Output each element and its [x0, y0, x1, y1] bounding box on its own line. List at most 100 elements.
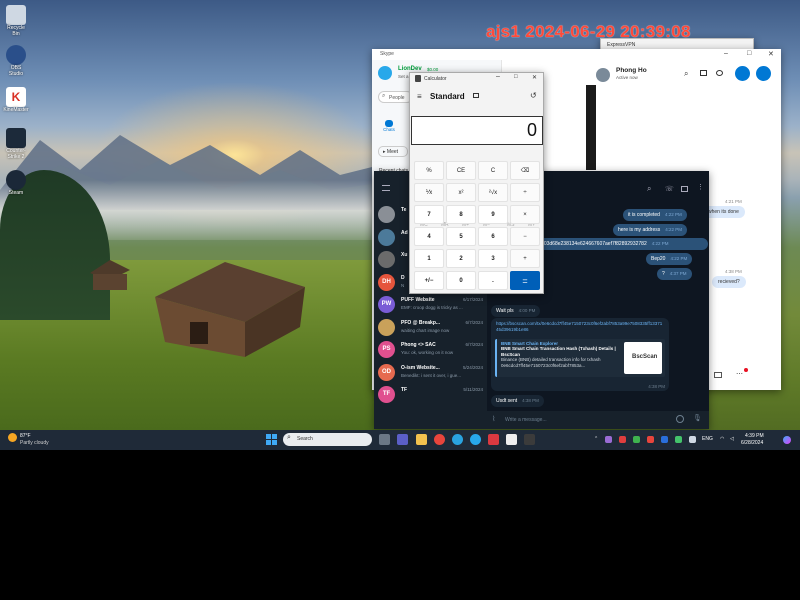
keep-on-top-icon[interactable] — [473, 93, 479, 98]
maximize-button[interactable]: □ — [747, 50, 751, 57]
tray-app-icon[interactable] — [675, 436, 682, 443]
maximize-button[interactable]: □ — [514, 74, 518, 80]
tray-app-icon[interactable] — [647, 436, 654, 443]
video-call-button[interactable] — [735, 66, 750, 81]
calculator-key[interactable]: C — [478, 161, 508, 180]
calculator-key[interactable]: +/− — [414, 271, 444, 290]
telegram-taskbar-icon[interactable] — [452, 434, 463, 445]
chat-list-item[interactable]: PS Phong <> SAC 6/7/2024 You: ok, working o… — [374, 338, 487, 360]
audio-call-button[interactable] — [756, 66, 771, 81]
contact-name[interactable]: Phong Ho — [616, 67, 647, 74]
cs2-shortcut[interactable]: Counter-Strike 2 — [3, 128, 29, 160]
calculator-key[interactable]: x² — [446, 183, 476, 202]
expressvpn-taskbar-icon[interactable] — [488, 434, 499, 445]
calculator-key[interactable]: 3 — [478, 249, 508, 268]
tray-app-icon[interactable] — [633, 436, 640, 443]
search-icon[interactable]: ⌕ — [684, 69, 688, 79]
copilot-icon[interactable] — [783, 436, 791, 444]
calculator-key[interactable]: ⅟x — [414, 183, 444, 202]
sidebar-toggle-icon[interactable] — [681, 186, 688, 192]
skype-search-input[interactable]: ⌕ People — [378, 91, 413, 103]
chat-name: PUFF Website — [401, 297, 435, 303]
chat-list-item[interactable]: PW PUFF Website 6/17/2024 EMF: croop dogg i… — [374, 293, 487, 315]
calculator-window[interactable]: Calculator – □ ✕ ≡ Standard ↺ 0 MC MR M+ M−… — [409, 72, 544, 294]
tray-chevron-icon[interactable]: ⌃ — [594, 436, 598, 442]
steam-shortcut[interactable]: Steam — [3, 170, 29, 196]
start-button[interactable] — [266, 434, 277, 445]
minimize-button[interactable]: – — [724, 50, 728, 57]
calculator-key[interactable]: ÷ — [510, 183, 540, 202]
calculator-key[interactable]: 9 — [478, 205, 508, 224]
obs-shortcut[interactable]: OBS Studio — [3, 45, 29, 77]
more-icon[interactable]: ⋯ — [736, 370, 743, 378]
calculator-key[interactable]: ⌫ — [510, 161, 540, 180]
taskbar-search[interactable]: ⌕ Search — [283, 433, 372, 446]
calculator-key[interactable]: 5 — [446, 227, 476, 246]
close-button[interactable]: ✕ — [532, 74, 537, 81]
clock-time[interactable]: 4:39 PM — [745, 433, 764, 439]
incoming-message: Usdt sent 4:38 PM — [491, 395, 544, 407]
clock-date[interactable]: 6/28/2024 — [741, 440, 763, 446]
cs2-label: Counter-Strike 2 — [6, 148, 26, 160]
more-vertical-icon[interactable]: ⋮ — [697, 183, 704, 191]
menu-icon[interactable] — [382, 185, 390, 191]
link-preview[interactable]: BNB Smart Chain Explorer BNB Smart Chain… — [495, 339, 665, 377]
calculator-key[interactable]: 6 — [478, 227, 508, 246]
chat-list-item[interactable]: TF TF 5/11/2024 — [374, 383, 487, 405]
microphone-icon[interactable]: 🎙 — [693, 414, 702, 422]
calculator-key[interactable]: − — [510, 227, 540, 246]
calculator-key[interactable]: % — [414, 161, 444, 180]
calculator-key[interactable]: × — [510, 205, 540, 224]
terminal-taskbar-icon[interactable] — [524, 434, 535, 445]
calculator-key[interactable]: 8 — [446, 205, 476, 224]
history-icon[interactable]: ↺ — [530, 91, 537, 100]
kinemaster-shortcut[interactable]: K KineMaster — [3, 87, 29, 113]
chat-app-icon[interactable] — [397, 434, 408, 445]
tray-app-icon[interactable] — [619, 436, 626, 443]
recycle-bin-shortcut[interactable]: Recycle Bin — [3, 5, 29, 37]
chrome-icon[interactable] — [434, 434, 445, 445]
tx-link[interactable]: https://bscscan.com/tx/0e6cdcd7ff45e7150… — [496, 321, 664, 333]
phone-icon[interactable]: ☏ — [665, 185, 674, 193]
calculator-taskbar-icon[interactable] — [506, 434, 517, 445]
file-explorer-icon[interactable] — [416, 434, 427, 445]
calculator-key[interactable]: . — [478, 271, 508, 290]
emoji-icon[interactable] — [676, 415, 684, 423]
minimize-button[interactable]: – — [496, 73, 500, 80]
camera-icon[interactable] — [714, 372, 722, 378]
tray-app-icon[interactable] — [605, 436, 612, 443]
calculator-key[interactable]: 2 — [446, 249, 476, 268]
add-people-icon[interactable] — [716, 70, 723, 76]
search-icon[interactable]: ⌕ — [647, 184, 651, 194]
calculator-key[interactable]: CE — [446, 161, 476, 180]
attach-icon[interactable]: ⌇ — [492, 415, 495, 423]
wifi-icon[interactable]: ◠ — [720, 436, 724, 442]
outgoing-message: ? 4:37 PM — [657, 268, 692, 280]
chat-date: 6/7/2024 — [465, 342, 483, 347]
calculator-key[interactable]: 7 — [414, 205, 444, 224]
tray-app-icon[interactable] — [661, 436, 668, 443]
calculator-key[interactable]: 0 — [446, 271, 476, 290]
task-view-icon[interactable] — [379, 434, 390, 445]
message-input[interactable]: Write a message... — [505, 417, 547, 423]
calculator-key[interactable]: 4 — [414, 227, 444, 246]
skype-chats-tab[interactable]: Chats — [380, 120, 398, 132]
skype-avatar[interactable] — [378, 66, 392, 80]
hamburger-menu-icon[interactable]: ≡ — [417, 92, 422, 101]
calculator-key[interactable]: ²√x — [478, 183, 508, 202]
calculator-key[interactable]: = — [510, 271, 540, 290]
chat-list-item[interactable]: OD O-ism Website... 5/24/2024 Benedikt: i s… — [374, 361, 487, 383]
skype-taskbar-icon[interactable] — [470, 434, 481, 445]
language-indicator[interactable]: ENG — [702, 436, 713, 442]
volume-icon[interactable]: ◁ — [730, 436, 734, 442]
tray-app-icon[interactable] — [689, 436, 696, 443]
close-button[interactable]: ✕ — [768, 50, 774, 58]
calculator-key[interactable]: 1 — [414, 249, 444, 268]
chat-list-item[interactable]: PFO @ Breakp... 6/7/2024 waiting chart ima… — [374, 316, 487, 338]
skype-meet-button[interactable]: ▸ Meet — [378, 146, 408, 157]
gallery-icon[interactable] — [700, 70, 707, 76]
chat-name: TF — [401, 387, 408, 393]
calculator-key[interactable]: + — [510, 249, 540, 268]
weather-temp[interactable]: 87°F — [20, 433, 31, 439]
weather-desc[interactable]: Partly cloudy — [20, 440, 49, 446]
